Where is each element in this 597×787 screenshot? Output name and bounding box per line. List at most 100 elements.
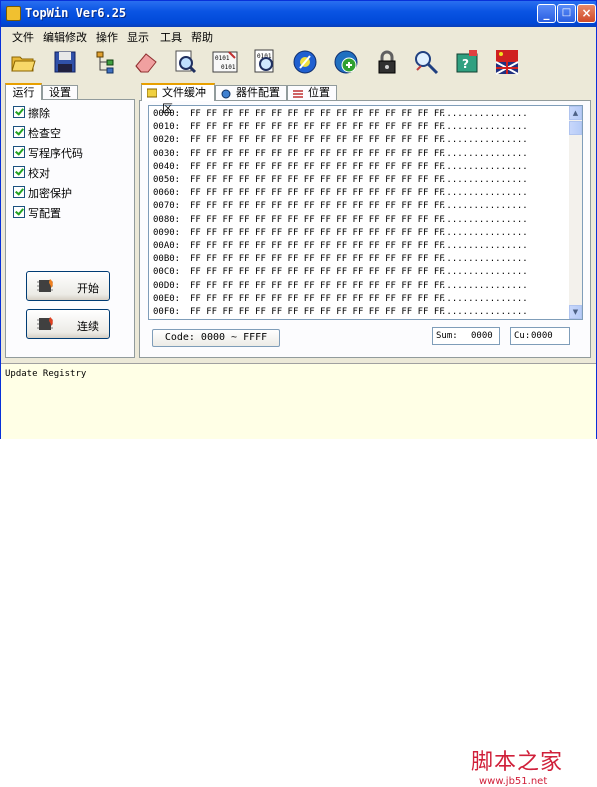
- hex-bytes[interactable]: FF FF FF FF FF FF FF FF FF FF FF FF FF F…: [190, 228, 445, 238]
- sum-field: Sum: 0000: [432, 327, 500, 345]
- checkbox-verify[interactable]: [13, 166, 25, 178]
- hex-address: 00C0:: [153, 267, 181, 278]
- hex-ascii: ................: [441, 254, 528, 265]
- checkbox-protect[interactable]: [13, 186, 25, 198]
- auto-run-icon[interactable]: [332, 48, 360, 76]
- title-bar[interactable]: TopWin Ver6.25 _ □ ×: [1, 1, 596, 27]
- option-protect-label: 加密保护: [28, 187, 72, 200]
- hex-bytes[interactable]: FF FF FF FF FF FF FF FF FF FF FF FF FF F…: [190, 241, 445, 251]
- chip-fire-icon: [37, 279, 53, 292]
- hex-ascii: ................: [441, 293, 528, 304]
- menu-edit[interactable]: 编辑修改: [43, 29, 87, 45]
- svg-text:?: ?: [462, 57, 469, 71]
- eraser-icon[interactable]: [132, 48, 160, 76]
- hex-bytes[interactable]: FF FF FF FF FF FF FF FF FF FF FF FF FF F…: [190, 175, 445, 185]
- save-disk-icon[interactable]: [51, 48, 79, 76]
- hex-ascii: ................: [441, 214, 528, 225]
- lock-icon[interactable]: [373, 48, 401, 76]
- hex-address: 0050:: [153, 175, 181, 185]
- minimize-button[interactable]: _: [537, 4, 556, 23]
- list-icon: [293, 90, 303, 98]
- hex-address: 0090:: [153, 227, 181, 238]
- operation-panel: 运行 设置 擦除 检查空 写程序代码 校对 加密保护 写配置 开始 连续: [5, 83, 135, 358]
- option-verify-label: 校对: [28, 167, 50, 180]
- tab-settings[interactable]: 设置: [42, 85, 78, 99]
- hex-bytes[interactable]: FF FF FF FF FF FF FF FF FF FF FF FF FF F…: [190, 135, 445, 145]
- search-doc-icon[interactable]: [171, 48, 199, 76]
- hex-ascii: ................: [441, 135, 528, 146]
- tab-device-config-label: 器件配置: [236, 86, 280, 99]
- hex-bytes[interactable]: FF FF FF FF FF FF FF FF FF FF FF FF FF F…: [190, 201, 445, 211]
- hex-address: 00E0:: [153, 293, 181, 304]
- scroll-down-arrow-icon[interactable]: ▼: [569, 305, 582, 319]
- hex-bytes[interactable]: FF FF FF FF FF FF FF FF FF FF FF FF FF F…: [190, 281, 445, 291]
- hex-view[interactable]: 0000: FF FF FF FF FF FF FF FF FF FF FF FF…: [148, 105, 570, 320]
- hex-address: 00F0:: [153, 307, 181, 317]
- hex-bytes[interactable]: FF FF FF FF FF FF FF FF FF FF FF FF FF F…: [190, 254, 445, 264]
- menu-bar: 文件 编辑修改 操作 显示 工具 帮助: [1, 27, 596, 46]
- hex-address: 0020:: [153, 135, 181, 146]
- hex-bytes[interactable]: FF FF FF FF FF FF FF FF FF FF FF FF FF F…: [190, 307, 445, 317]
- hex-ascii: ................: [441, 267, 528, 278]
- tab-file-buffer[interactable]: 文件缓冲区: [141, 83, 215, 115]
- hex-bytes[interactable]: FF FF FF FF FF FF FF FF FF FF FF FF FF F…: [190, 188, 445, 198]
- menu-tools[interactable]: 工具: [160, 29, 182, 45]
- start-button[interactable]: 开始: [26, 271, 110, 301]
- checkbox-erase[interactable]: [13, 106, 25, 118]
- hex-address: 00D0:: [153, 280, 181, 291]
- scroll-up-arrow-icon[interactable]: ▲: [569, 106, 582, 120]
- probe-icon[interactable]: [412, 48, 440, 76]
- watermark-url: www.jb51.net: [479, 776, 548, 787]
- tab-run[interactable]: 运行: [5, 83, 42, 100]
- hex-bytes[interactable]: FF FF FF FF FF FF FF FF FF FF FF FF FF F…: [190, 162, 445, 172]
- settings-gear-icon[interactable]: [291, 48, 319, 76]
- binary-search-icon[interactable]: 0101: [251, 48, 279, 76]
- option-blank-check-label: 检查空: [28, 127, 61, 140]
- buffer-icon: [147, 88, 157, 98]
- close-button[interactable]: ×: [577, 4, 596, 23]
- checkbox-program[interactable]: [13, 146, 25, 158]
- hex-bytes[interactable]: FF FF FF FF FF FF FF FF FF FF FF FF FF F…: [190, 109, 445, 119]
- run-options: 擦除 检查空 写程序代码 校对 加密保护 写配置 开始 连续: [5, 99, 135, 358]
- hex-bytes[interactable]: FF FF FF FF FF FF FF FF FF FF FF FF FF F…: [190, 122, 445, 132]
- vertical-scrollbar[interactable]: ▲ ▼: [569, 105, 583, 320]
- sum-label: Sum:: [436, 331, 458, 341]
- tab-position[interactable]: 位置: [287, 85, 337, 100]
- hex-address: 0040:: [153, 161, 181, 172]
- hex-bytes[interactable]: FF FF FF FF FF FF FF FF FF FF FF FF FF F…: [190, 215, 445, 225]
- option-program-label: 写程序代码: [28, 147, 83, 160]
- app-icon: [6, 6, 21, 21]
- tree-icon[interactable]: [93, 48, 121, 76]
- binary-compare-icon[interactable]: 0101 0101: [211, 48, 239, 76]
- menu-help[interactable]: 帮助: [191, 29, 213, 45]
- sum-value: 0000: [471, 331, 493, 341]
- continuous-label: 连续: [77, 320, 99, 333]
- hex-address: 0070:: [153, 201, 181, 212]
- code-range-button[interactable]: Code: 0000 ~ FFFF: [152, 329, 280, 347]
- menu-operate[interactable]: 操作: [96, 29, 118, 45]
- file-buffer-panel: 0000: FF FF FF FF FF FF FF FF FF FF FF FF…: [139, 100, 591, 358]
- tab-position-label: 位置: [308, 86, 330, 99]
- hex-bytes[interactable]: FF FF FF FF FF FF FF FF FF FF FF FF FF F…: [190, 294, 445, 304]
- hex-bytes[interactable]: FF FF FF FF FF FF FF FF FF FF FF FF FF F…: [190, 267, 445, 277]
- status-message: Update Registry: [5, 369, 87, 379]
- continuous-button[interactable]: 连续: [26, 309, 110, 339]
- menu-file[interactable]: 文件: [12, 29, 34, 45]
- language-flag-icon[interactable]: [493, 48, 521, 76]
- tab-device-config[interactable]: 器件配置: [215, 85, 287, 100]
- checkbox-write-config[interactable]: [13, 206, 25, 218]
- hex-bytes[interactable]: FF FF FF FF FF FF FF FF FF FF FF FF FF F…: [190, 149, 445, 159]
- open-folder-icon[interactable]: [9, 48, 37, 76]
- scroll-thumb[interactable]: [569, 121, 582, 135]
- maximize-button[interactable]: □: [557, 4, 576, 23]
- menu-view[interactable]: 显示: [127, 29, 149, 45]
- window-title: TopWin Ver6.25: [25, 6, 127, 20]
- hardware-info-icon[interactable]: ?: [453, 48, 481, 76]
- chip-batch-icon: [37, 317, 53, 330]
- hex-address: 0080:: [153, 214, 181, 225]
- hex-address: 00A0:: [153, 241, 181, 251]
- config-icon: [221, 89, 231, 99]
- toolbar: 0101 0101 0101 ?: [1, 46, 596, 80]
- hex-address: 0060:: [153, 188, 181, 199]
- checkbox-blank-check[interactable]: [13, 126, 25, 138]
